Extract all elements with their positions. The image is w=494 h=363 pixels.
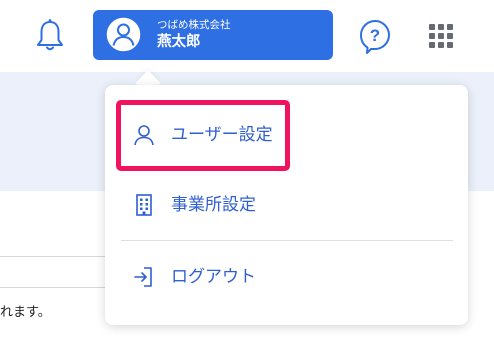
page-text-fragment: れます。 [0,305,51,320]
svg-text:?: ? [370,26,380,45]
building-icon [136,194,152,216]
menu-item-user-settings[interactable]: ユーザー設定 [105,104,468,166]
bell-icon[interactable] [34,17,66,53]
top-header: つばめ株式会社 燕太郎 ? [0,0,494,72]
menu-item-office-settings[interactable]: 事業所設定 [105,174,468,236]
company-name: つばめ株式会社 [157,19,231,31]
apps-grid-icon[interactable] [428,23,454,49]
menu-divider [121,240,453,241]
menu-item-label: ユーザー設定 [171,125,273,145]
user-account-button[interactable]: つばめ株式会社 燕太郎 [93,10,333,60]
menu-item-label: ログアウト [171,267,256,287]
person-icon [134,125,154,146]
menu-item-logout[interactable]: ログアウト [105,246,468,308]
menu-item-label: 事業所設定 [171,195,256,215]
help-bubble-icon[interactable]: ? [358,18,392,54]
user-avatar-icon [106,17,141,52]
user-name: 燕太郎 [157,34,201,50]
user-dropdown-menu: ユーザー設定 事業所設定 ログアウト [105,85,468,325]
logout-icon [134,267,152,287]
